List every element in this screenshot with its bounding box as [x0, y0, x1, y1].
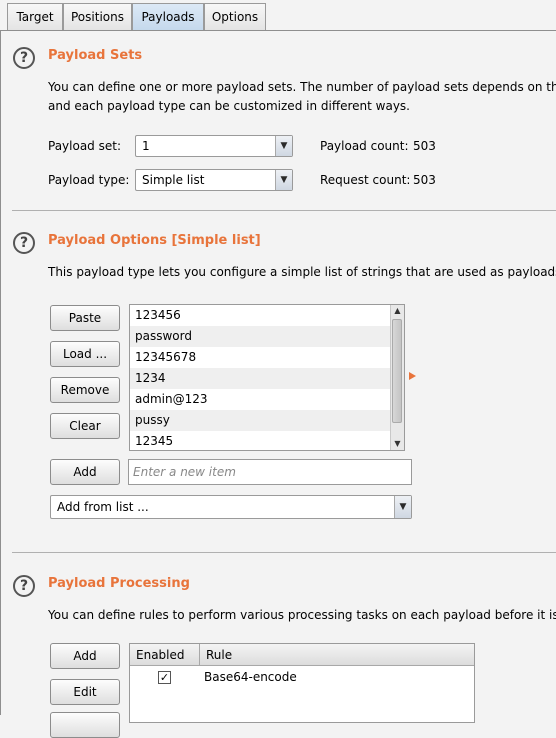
payload-count-label: Payload count:	[320, 139, 409, 153]
help-icon[interactable]: ?	[13, 47, 35, 69]
column-header-enabled[interactable]: Enabled	[130, 644, 200, 666]
scroll-up-icon[interactable]: ▲	[391, 305, 404, 317]
scrollbar-thumb[interactable]	[392, 319, 402, 423]
payload-processing-title: Payload Processing	[48, 576, 190, 591]
column-header-rule[interactable]: Rule	[200, 644, 474, 666]
payload-type-label: Payload type:	[48, 173, 130, 187]
payload-set-select[interactable]: 1 ▼	[135, 135, 293, 157]
section-divider	[12, 552, 556, 553]
table-row[interactable]: ✓ Base64-encode	[130, 667, 474, 688]
paste-button[interactable]: Paste	[50, 305, 120, 331]
tab-bar: Target Positions Payloads Options	[0, 0, 556, 31]
help-icon[interactable]: ?	[13, 575, 35, 597]
payload-options-description: This payload type lets you configure a s…	[48, 265, 556, 279]
expand-arrow-icon[interactable]	[409, 372, 416, 380]
list-scrollbar[interactable]: ▲ ▼	[390, 305, 404, 450]
payload-type-value: Simple list	[142, 173, 205, 187]
remove-button[interactable]: Remove	[50, 377, 120, 403]
payload-list[interactable]: 123456 password 12345678 1234 admin@123 …	[129, 304, 405, 451]
payload-options-title: Payload Options [Simple list]	[48, 233, 261, 248]
list-item[interactable]: 12345678	[130, 347, 404, 368]
panel-border	[0, 31, 1, 715]
request-count-label: Request count:	[320, 173, 411, 187]
list-item[interactable]: pussy	[130, 410, 404, 431]
payload-set-label: Payload set:	[48, 139, 121, 153]
chevron-down-icon: ▼	[394, 496, 411, 518]
payload-sets-description: You can define one or more payload sets.…	[48, 80, 556, 94]
payload-count-value: 503	[413, 139, 436, 153]
processing-rules-table[interactable]: Enabled Rule ✓ Base64-encode	[129, 643, 475, 723]
list-item[interactable]: password	[130, 326, 404, 347]
enabled-checkbox[interactable]: ✓	[158, 671, 171, 684]
list-item[interactable]: admin@123	[130, 389, 404, 410]
payload-sets-title: Payload Sets	[48, 48, 143, 63]
payload-sets-description-2: and each payload type can be customized …	[48, 99, 410, 113]
add-from-list-select[interactable]: Add from list ... ▼	[50, 495, 412, 519]
remove-rule-button[interactable]	[50, 712, 120, 738]
request-count-value: 503	[413, 173, 436, 187]
scroll-down-icon[interactable]: ▼	[391, 438, 404, 450]
payload-processing-description: You can define rules to perform various …	[48, 608, 556, 622]
chevron-down-icon: ▼	[275, 136, 292, 156]
rule-name: Base64-encode	[204, 670, 297, 684]
add-from-list-label: Add from list ...	[57, 500, 149, 514]
list-item[interactable]: 12345	[130, 431, 404, 450]
tab-target[interactable]: Target	[7, 3, 63, 30]
tab-positions[interactable]: Positions	[63, 3, 132, 30]
clear-button[interactable]: Clear	[50, 413, 120, 439]
tab-payloads[interactable]: Payloads	[132, 3, 204, 31]
payload-set-value: 1	[142, 139, 150, 153]
edit-rule-button[interactable]: Edit	[50, 679, 120, 705]
payload-type-select[interactable]: Simple list ▼	[135, 169, 293, 191]
list-item[interactable]: 123456	[130, 305, 404, 326]
help-icon[interactable]: ?	[13, 232, 35, 254]
list-item[interactable]: 1234	[130, 368, 404, 389]
add-item-button[interactable]: Add	[50, 459, 120, 485]
section-divider	[12, 210, 556, 211]
chevron-down-icon: ▼	[275, 170, 292, 190]
add-rule-button[interactable]: Add	[50, 643, 120, 669]
tab-options[interactable]: Options	[204, 3, 266, 30]
load-button[interactable]: Load ...	[50, 341, 120, 367]
new-item-input[interactable]: Enter a new item	[128, 459, 412, 485]
